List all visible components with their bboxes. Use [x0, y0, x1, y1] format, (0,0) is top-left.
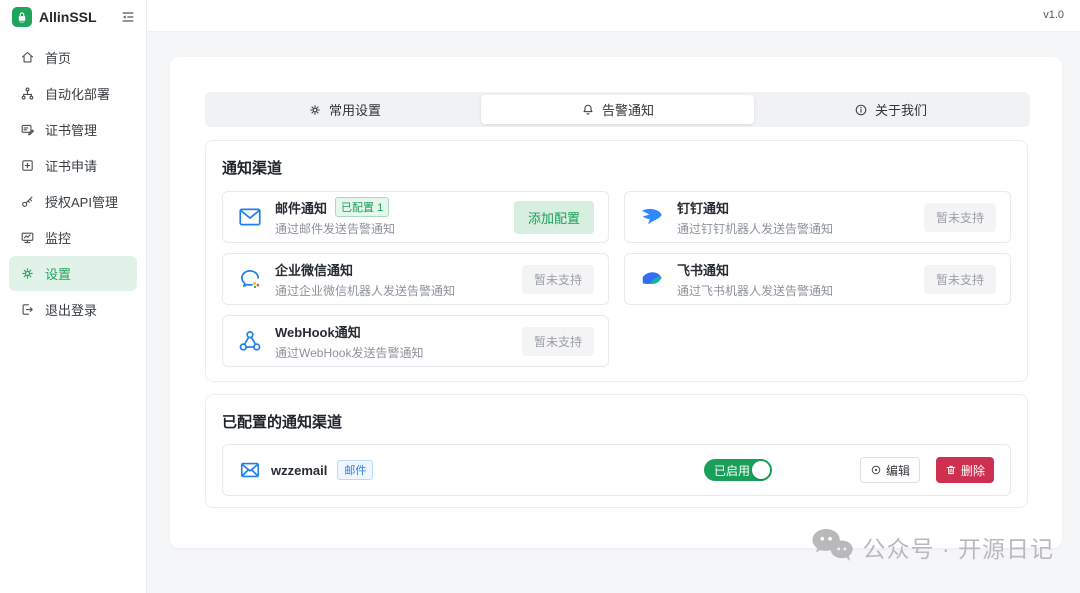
home-icon [21, 51, 34, 63]
watermark-text: 公众号 · 开源日记 [862, 535, 1054, 562]
sidebar-menu: 首页 自动化部署 证书管理 证书申请 授权API管理 监控 设置 退出登录 [0, 33, 146, 334]
settings-tabbar: 常用设置 告警通知 关于我们 [205, 92, 1030, 127]
panel-title: 已配置的通知渠道 [222, 414, 343, 431]
gear-icon [310, 104, 320, 115]
notification-channels-panel: 通知渠道 邮件通知 已配置 1 通过邮件发送告警通知 添加配置 钉钉通知 通过钉… [205, 140, 1028, 382]
channel-card-wecom: 企业微信通知 通过企业微信机器人发送告警通知 暂未支持 [222, 253, 609, 305]
settings-icon [22, 268, 33, 279]
app-name: AllinSSL [39, 9, 97, 25]
bell-icon [583, 104, 593, 115]
not-supported-button: 暂未支持 [923, 202, 996, 232]
sidebar-item-label: 证书申请 [45, 159, 98, 174]
wecom-icon [237, 266, 263, 292]
channel-title: 企业微信通知 [275, 262, 354, 278]
settings-page-card: 常用设置 告警通知 关于我们 通知渠道 邮件通知 已配置 1 通过邮件发送告警通… [170, 57, 1062, 548]
webhook-icon [237, 328, 263, 354]
not-supported-button: 暂未支持 [923, 264, 996, 294]
config-name: wzzemail [271, 462, 328, 478]
sidebar-item-home[interactable]: 首页 [9, 40, 137, 75]
sidebar-item-label: 监控 [45, 231, 72, 246]
app-logo-lock-icon [12, 7, 32, 27]
channel-desc: 通过邮件发送告警通知 [275, 222, 396, 236]
logout-icon [22, 304, 33, 315]
channel-desc: 通过飞书机器人发送告警通知 [677, 283, 834, 298]
sidebar-item-label: 退出登录 [45, 303, 98, 318]
channel-card-dingtalk: 钉钉通知 通过钉钉机器人发送告警通知 暂未支持 [624, 191, 1011, 243]
tab-about-us[interactable]: 关于我们 [754, 95, 1027, 124]
feishu-icon [639, 266, 665, 292]
edit-icon [871, 465, 881, 475]
channel-card-feishu: 飞书通知 通过飞书机器人发送告警通知 暂未支持 [624, 253, 1011, 305]
channel-title: 邮件通知 [275, 200, 328, 216]
grid-spacer [624, 315, 1011, 367]
channel-desc: 通过企业微信机器人发送告警通知 [275, 283, 456, 298]
info-icon [855, 104, 867, 115]
sidebar-item-label: 首页 [45, 51, 72, 66]
cert-manage-icon [21, 124, 34, 136]
channel-card-email: 邮件通知 已配置 1 通过邮件发送告警通知 添加配置 [222, 191, 609, 243]
cert-apply-icon [22, 160, 33, 171]
logo-row: AllinSSL [0, 0, 146, 33]
sidebar-item-auto-deploy[interactable]: 自动化部署 [9, 76, 137, 111]
panel-title: 通知渠道 [222, 160, 283, 177]
watermark: 公众号 · 开源日记 [810, 528, 1054, 565]
sidebar-item-cert-manage[interactable]: 证书管理 [9, 112, 137, 147]
email-icon [239, 459, 261, 481]
sidebar-item-cert-apply[interactable]: 证书申请 [9, 148, 137, 183]
toggle-label: 已启用 [713, 463, 750, 478]
channel-card-webhook: WebHook通知 通过WebHook发送告警通知 暂未支持 [222, 315, 609, 367]
tab-label: 关于我们 [874, 103, 927, 118]
enabled-toggle[interactable]: 已启用 [703, 459, 772, 481]
channel-cards-grid: 邮件通知 已配置 1 通过邮件发送告警通知 添加配置 钉钉通知 通过钉钉机器人发… [222, 191, 1011, 367]
channel-title: 飞书通知 [677, 262, 730, 278]
trash-icon [946, 465, 956, 475]
api-auth-icon [22, 196, 33, 207]
sidebar-item-settings[interactable]: 设置 [9, 256, 137, 291]
channel-desc: 通过WebHook发送告警通知 [275, 345, 424, 360]
delete-button[interactable]: 删除 [935, 457, 994, 483]
tab-alert-notifications[interactable]: 告警通知 [481, 95, 754, 124]
dingtalk-icon [639, 204, 665, 230]
sidebar-item-label: 证书管理 [45, 123, 98, 138]
sidebar-item-label: 自动化部署 [45, 87, 111, 102]
toggle-knob [751, 461, 770, 479]
channel-desc: 通过钉钉机器人发送告警通知 [677, 221, 834, 236]
top-header: v1.0 [147, 0, 1080, 32]
configured-channel-row: wzzemail 邮件 已启用 编辑 删除 [222, 444, 1011, 496]
sidebar-collapse-icon[interactable] [120, 9, 136, 25]
configured-channels-panel: 已配置的通知渠道 wzzemail 邮件 已启用 编辑 删除 [205, 394, 1028, 508]
deploy-icon [21, 87, 34, 100]
not-supported-button: 暂未支持 [521, 264, 594, 294]
version-label: v1.0 [1043, 9, 1064, 21]
email-icon [237, 204, 263, 230]
add-config-button[interactable]: 添加配置 [513, 200, 594, 234]
sidebar-item-label: 授权API管理 [45, 195, 118, 210]
sidebar-item-logout[interactable]: 退出登录 [9, 292, 137, 327]
tab-common-settings[interactable]: 常用设置 [208, 95, 481, 124]
sidebar-item-label: 设置 [45, 267, 72, 282]
channel-type-badge: 邮件 [337, 460, 374, 480]
not-supported-button: 暂未支持 [521, 326, 594, 356]
sidebar: AllinSSL 首页 自动化部署 证书管理 证书申请 授权API管理 监控 设… [0, 0, 147, 593]
configured-count-badge: 已配置 1 [335, 197, 390, 217]
monitor-icon [21, 232, 34, 244]
edit-button[interactable]: 编辑 [859, 457, 920, 483]
channel-title: 钉钉通知 [677, 200, 730, 216]
sidebar-item-monitor[interactable]: 监控 [9, 220, 137, 255]
tab-label: 常用设置 [328, 103, 381, 118]
wechat-icon [812, 528, 853, 562]
tab-label: 告警通知 [601, 103, 654, 118]
sidebar-item-api-auth[interactable]: 授权API管理 [9, 184, 137, 219]
channel-title: WebHook通知 [275, 324, 361, 340]
